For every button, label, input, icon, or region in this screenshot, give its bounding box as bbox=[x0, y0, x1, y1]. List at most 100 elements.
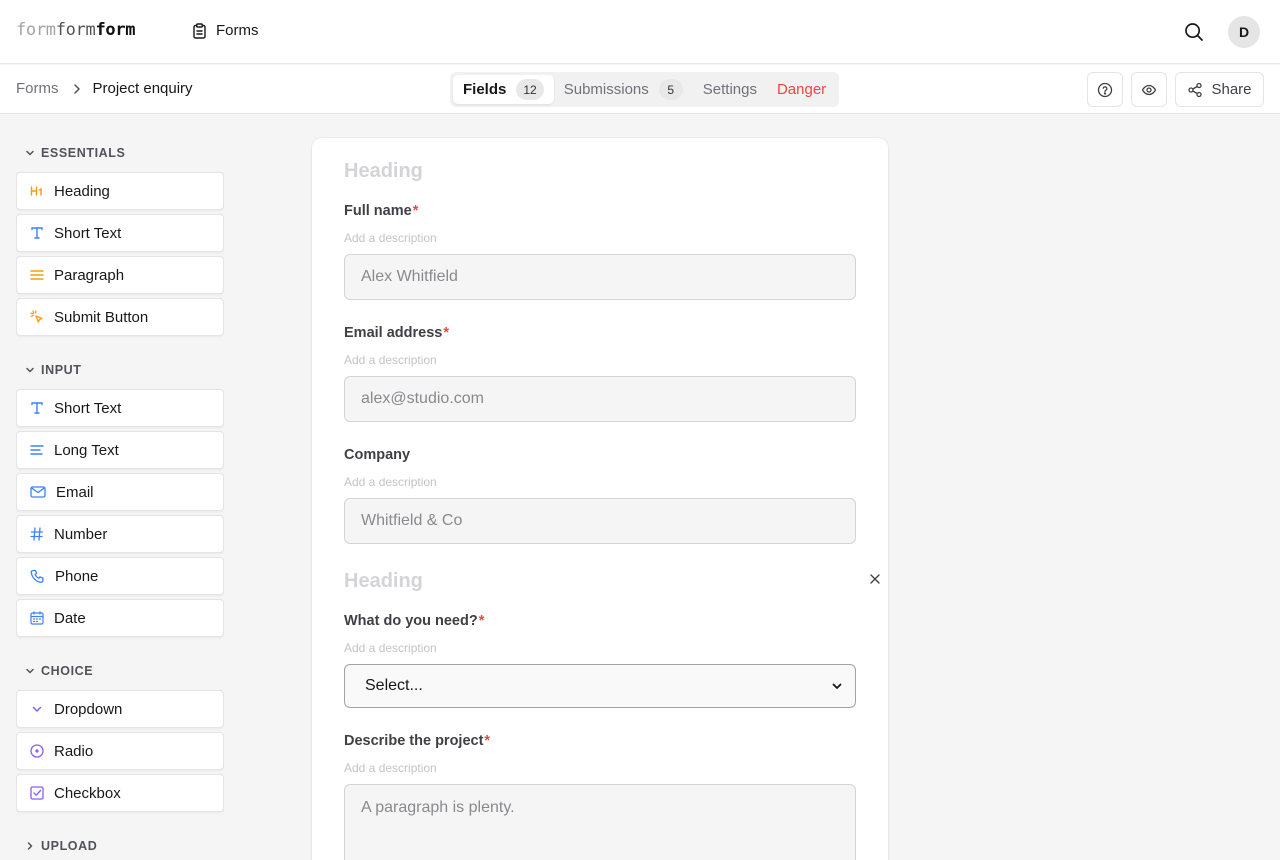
required-mark: * bbox=[412, 203, 419, 219]
input-placeholder: Whitfield & Co bbox=[361, 512, 463, 529]
form-heading-block[interactable]: Heading bbox=[344, 160, 423, 183]
field-description[interactable]: Add a description bbox=[344, 641, 437, 655]
palette-item-short-text[interactable]: Short Text bbox=[16, 389, 224, 427]
palette-item-submit-button[interactable]: Submit Button bbox=[16, 298, 224, 336]
cursor-click-icon bbox=[30, 310, 43, 323]
mail-icon bbox=[30, 486, 46, 498]
field-description[interactable]: Add a description bbox=[344, 353, 437, 367]
tab-danger-label: Danger bbox=[776, 81, 827, 98]
palette-item-label: Short Text bbox=[54, 224, 122, 242]
field-label-text: What do you need? bbox=[344, 613, 478, 629]
palette-item-label: Checkbox bbox=[54, 784, 121, 802]
palette-item-long-text[interactable]: Long Text bbox=[16, 431, 224, 469]
palette-item-email[interactable]: Email bbox=[16, 473, 224, 511]
required-mark: * bbox=[478, 613, 485, 629]
palette-item-label: Dropdown bbox=[54, 700, 123, 718]
clipboard-icon bbox=[193, 22, 206, 39]
field-label-company[interactable]: Company bbox=[344, 447, 410, 463]
hash-icon bbox=[30, 527, 44, 541]
email-input[interactable]: alex@studio.com bbox=[344, 376, 856, 422]
calendar-icon bbox=[30, 611, 44, 625]
palette-item-label: Phone bbox=[55, 567, 99, 585]
form-heading-block[interactable]: Heading bbox=[344, 570, 423, 593]
palette-item-short-text[interactable]: Short Text bbox=[16, 214, 224, 252]
palette-item-label: Radio bbox=[54, 742, 94, 760]
chevron-right-icon bbox=[27, 842, 33, 850]
tab-fields-count: 12 bbox=[516, 79, 544, 100]
breadcrumb-current: Project enquiry bbox=[92, 80, 193, 97]
chevron-down-icon bbox=[832, 683, 842, 689]
field-label-text: Full name bbox=[344, 203, 412, 219]
palette-item-phone[interactable]: Phone bbox=[16, 557, 224, 595]
section-choice-toggle[interactable]: CHOICE bbox=[25, 663, 224, 679]
project-textarea[interactable]: A paragraph is plenty. bbox=[344, 784, 856, 860]
need-select[interactable]: Select... bbox=[344, 664, 856, 708]
field-label-need[interactable]: What do you need?* bbox=[344, 613, 484, 629]
palette-item-number[interactable]: Number bbox=[16, 515, 224, 553]
top-bar: formformform Forms D bbox=[0, 0, 1280, 64]
section-essentials-toggle[interactable]: ESSENTIALS bbox=[25, 145, 224, 161]
required-mark: * bbox=[443, 325, 449, 341]
user-avatar[interactable]: D bbox=[1228, 16, 1260, 48]
field-description[interactable]: Add a description bbox=[344, 761, 437, 775]
palette-item-label: Date bbox=[54, 609, 86, 627]
textarea-placeholder: A paragraph is plenty. bbox=[361, 799, 515, 816]
checkbox-icon bbox=[30, 786, 44, 800]
section-essentials-title: ESSENTIALS bbox=[41, 146, 126, 160]
palette-item-label: Paragraph bbox=[54, 266, 125, 284]
chevron-right-icon bbox=[73, 83, 81, 95]
search-icon bbox=[1185, 23, 1203, 41]
search-button[interactable] bbox=[1180, 18, 1208, 46]
field-description[interactable]: Add a description bbox=[344, 231, 437, 245]
text-t-icon bbox=[31, 402, 43, 414]
section-upload-title: UPLOAD bbox=[41, 839, 98, 853]
form-toolbar: Forms Project enquiry Fields 12 Submissi… bbox=[0, 65, 1280, 114]
logo-part-3: form bbox=[95, 20, 136, 40]
company-input[interactable]: Whitfield & Co bbox=[344, 498, 856, 544]
preview-button[interactable] bbox=[1131, 72, 1167, 107]
required-mark: * bbox=[484, 733, 491, 749]
field-label-text: Email address bbox=[344, 325, 443, 341]
paragraph-icon bbox=[30, 270, 44, 280]
breadcrumb-forms-link[interactable]: Forms bbox=[16, 80, 59, 97]
long-text-icon bbox=[30, 445, 44, 455]
palette-item-label: Long Text bbox=[54, 441, 119, 459]
tab-settings-label: Settings bbox=[702, 81, 757, 98]
tab-fields-label: Fields bbox=[463, 81, 507, 98]
palette-item-dropdown[interactable]: Dropdown bbox=[16, 690, 224, 728]
tab-danger[interactable]: Danger bbox=[767, 75, 836, 104]
field-description[interactable]: Add a description bbox=[344, 475, 437, 489]
full-name-input[interactable]: Alex Whitfield bbox=[344, 254, 856, 300]
breadcrumb: Forms Project enquiry bbox=[16, 80, 193, 97]
palette-item-date[interactable]: Date bbox=[16, 599, 224, 637]
input-placeholder: alex@studio.com bbox=[361, 390, 484, 407]
field-label-full-name[interactable]: Full name* bbox=[344, 203, 418, 219]
chevron-down-icon bbox=[26, 668, 34, 674]
help-button[interactable] bbox=[1087, 72, 1123, 107]
input-placeholder: Alex Whitfield bbox=[361, 268, 458, 285]
tab-submissions[interactable]: Submissions 5 bbox=[554, 75, 693, 104]
field-label-text: Describe the project bbox=[344, 733, 484, 749]
app-logo[interactable]: formformform bbox=[16, 20, 136, 40]
tab-bar: Fields 12 Submissions 5 Settings Danger bbox=[450, 72, 840, 107]
nav-forms-link[interactable]: Forms bbox=[192, 22, 259, 39]
logo-part-1: form bbox=[16, 20, 56, 40]
field-label-text: Company bbox=[344, 447, 411, 463]
palette-item-label: Heading bbox=[54, 182, 110, 200]
palette-item-heading[interactable]: Heading bbox=[16, 172, 224, 210]
section-input-toggle[interactable]: INPUT bbox=[25, 362, 224, 378]
palette-item-label: Short Text bbox=[54, 399, 122, 417]
field-label-project[interactable]: Describe the project* bbox=[344, 733, 490, 749]
field-label-email[interactable]: Email address* bbox=[344, 325, 449, 341]
palette-item-paragraph[interactable]: Paragraph bbox=[16, 256, 224, 294]
palette-item-radio[interactable]: Radio bbox=[16, 732, 224, 770]
select-value: Select... bbox=[365, 677, 423, 694]
tab-settings[interactable]: Settings bbox=[693, 75, 767, 104]
section-upload-toggle[interactable]: UPLOAD bbox=[25, 838, 224, 854]
tab-fields[interactable]: Fields 12 bbox=[453, 75, 554, 104]
palette-item-checkbox[interactable]: Checkbox bbox=[16, 774, 224, 812]
tab-submissions-count: 5 bbox=[658, 79, 683, 100]
chevron-down-icon bbox=[26, 367, 34, 373]
share-button[interactable]: Share bbox=[1175, 72, 1264, 107]
close-icon[interactable] bbox=[868, 572, 882, 586]
